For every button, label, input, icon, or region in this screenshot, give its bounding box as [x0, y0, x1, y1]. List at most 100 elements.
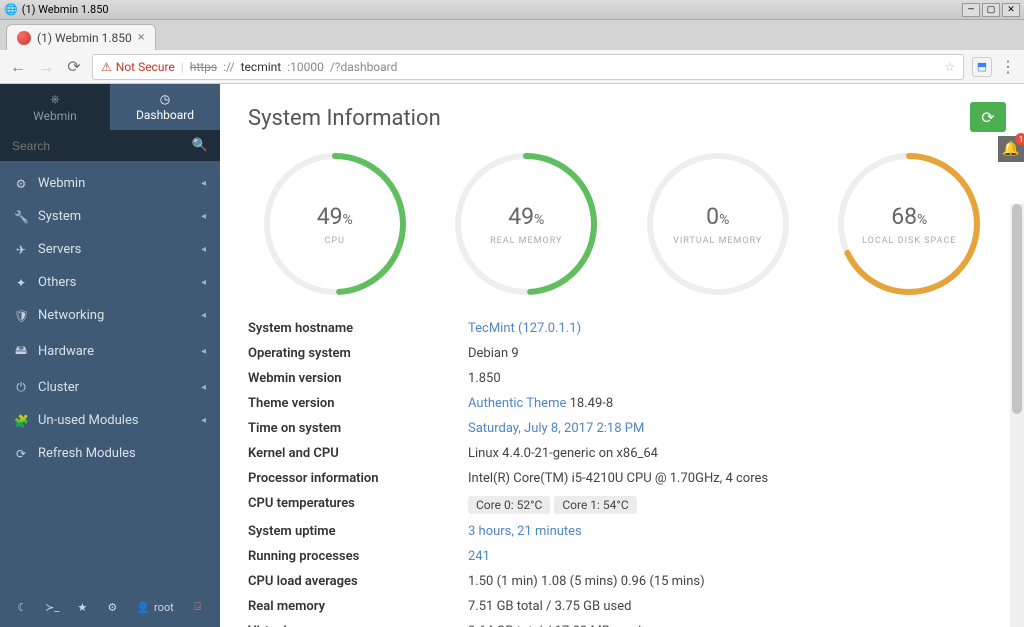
sidebar-item-icon: 🖴 — [14, 341, 28, 362]
gauge-value: 49% — [317, 203, 353, 230]
info-key: CPU load averages — [248, 574, 468, 589]
info-value[interactable]: TecMint (127.0.1.1) — [468, 321, 996, 336]
sidebar-top-tabs: ⎈ Webmin ◷ Dashboard — [0, 84, 220, 130]
notification-count: 1 — [1015, 133, 1024, 145]
sidebar-tab-dashboard[interactable]: ◷ Dashboard — [110, 84, 220, 130]
gauge-label: CPU — [325, 236, 345, 246]
url-protocol: https — [190, 60, 217, 74]
browser-tab-active[interactable]: (1) Webmin 1.850 × — [6, 24, 156, 50]
nav-forward-button[interactable]: → — [36, 57, 56, 77]
info-value[interactable]: 3 hours, 21 minutes — [468, 524, 996, 539]
gauge-value: 68% — [891, 203, 927, 230]
sidebar-nav-list: ⚙Webmin◂🔧System◂✈Servers◂✦Others◂🛡Networ… — [0, 161, 220, 470]
logout-button[interactable]: ⍈ — [186, 597, 210, 617]
settings-button[interactable]: ⚙ — [100, 597, 124, 617]
favicon-icon — [17, 31, 31, 45]
sidebar-item-label: Hardware — [38, 344, 94, 359]
refresh-button[interactable]: ⟳ — [970, 102, 1006, 132]
user-button[interactable]: 👤 root — [130, 597, 179, 617]
sidebar-item-icon: ✈ — [14, 243, 28, 257]
sidebar-item-label: Others — [38, 275, 76, 290]
info-value[interactable]: 241 — [468, 549, 996, 564]
chevron-left-icon: ◂ — [201, 178, 206, 189]
sidebar-item-icon: 🧩 — [14, 414, 28, 428]
info-key: Theme version — [248, 396, 468, 411]
sidebar-item-system[interactable]: 🔧System◂ — [0, 200, 220, 233]
sidebar-tab-webmin[interactable]: ⎈ Webmin — [0, 84, 110, 130]
page-title: System Information — [248, 106, 996, 131]
url-host: tecmint — [241, 60, 282, 74]
info-key: Time on system — [248, 421, 468, 436]
sidebar-item-icon: ⚙ — [14, 177, 28, 191]
gauge-label: LOCAL DISK SPACE — [862, 236, 956, 246]
os-window-title: (1) Webmin 1.850 — [22, 3, 109, 16]
info-value: Linux 4.4.0-21-generic on x86_64 — [468, 446, 996, 461]
scrollbar-thumb[interactable] — [1012, 204, 1022, 414]
sidebar-item-webmin[interactable]: ⚙ Webmin ◂ — [0, 167, 220, 200]
notifications-button[interactable]: 🔔 1 — [998, 136, 1024, 162]
sidebar-item-label: System — [38, 209, 81, 224]
nav-back-button[interactable]: ← — [8, 57, 28, 77]
info-key: Webmin version — [248, 371, 468, 386]
sidebar-item-label: Servers — [38, 242, 81, 257]
browser-extension-button[interactable]: ⬒ — [972, 57, 992, 77]
os-maximize-button[interactable]: ▢ — [982, 3, 1000, 17]
sidebar-item-label: Webmin — [38, 176, 85, 191]
search-input[interactable] — [12, 139, 192, 153]
info-key: Processor information — [248, 471, 468, 486]
terminal-button[interactable]: ≻_ — [40, 597, 64, 617]
security-warning: ⚠ Not Secure — [101, 60, 175, 74]
gauge-cpu: 49% CPU — [248, 149, 422, 299]
info-value[interactable]: Saturday, July 8, 2017 2:18 PM — [468, 421, 996, 436]
sidebar-item-networking[interactable]: 🛡Networking◂ — [0, 299, 220, 332]
sidebar-item-icon: ✦ — [14, 276, 28, 290]
sidebar-item-label: Cluster — [38, 380, 79, 395]
search-icon[interactable]: 🔍 — [192, 138, 208, 153]
sidebar-item-label: Refresh Modules — [38, 446, 136, 461]
sidebar-item-label: Un-used Modules — [38, 413, 139, 428]
os-minimize-button[interactable]: — — [962, 3, 980, 17]
chevron-left-icon: ◂ — [201, 310, 206, 321]
chevron-left-icon: ◂ — [201, 346, 206, 357]
os-titlebar: 🌐 (1) Webmin 1.850 — ▢ ✕ — [0, 0, 1024, 20]
info-key: CPU temperatures — [248, 496, 468, 514]
info-value: Core 0: 52°CCore 1: 54°C — [468, 496, 996, 514]
url-path: /?dashboard — [330, 60, 398, 74]
info-key: System uptime — [248, 524, 468, 539]
app-root: ⎈ Webmin ◷ Dashboard 🔍 ⚙ Webmin ◂ 🔧System◂ ✈… — [0, 84, 1024, 627]
browser-menu-button[interactable]: ⋮ — [1000, 57, 1016, 76]
sidebar-item-refresh-modules[interactable]: ⟳Refresh Modules — [0, 437, 220, 470]
info-value: 1.50 (1 min) 1.08 (5 mins) 0.96 (15 mins… — [468, 574, 996, 589]
sidebar-bottom-tools: ☾ ≻_ ★ ⚙ 👤 root ⍈ — [0, 587, 220, 627]
tab-close-icon[interactable]: × — [138, 30, 145, 45]
star-icon[interactable]: ☆ — [944, 60, 955, 74]
gauge-label: VIRTUAL MEMORY — [673, 236, 762, 246]
info-key: System hostname — [248, 321, 468, 336]
info-key: Running processes — [248, 549, 468, 564]
nav-reload-button[interactable]: ⟳ — [64, 57, 84, 76]
sidebar-tab-dashboard-label: Dashboard — [136, 108, 194, 122]
info-value[interactable]: Authentic Theme 18.49-8 — [468, 396, 996, 411]
chevron-left-icon: ◂ — [201, 277, 206, 288]
address-bar[interactable]: ⚠ Not Secure | https :// tecmint :10000 … — [92, 54, 964, 80]
os-app-icon: 🌐 — [4, 3, 18, 16]
user-icon: 👤 — [136, 601, 150, 614]
info-value: 1.850 — [468, 371, 996, 386]
gauge-value: 0% — [706, 203, 729, 230]
info-key: Operating system — [248, 346, 468, 361]
sidebar-search[interactable]: 🔍 — [0, 130, 220, 161]
sidebar-item-un-used-modules[interactable]: 🧩Un-used Modules◂ — [0, 404, 220, 437]
sidebar-item-others[interactable]: ✦ Others ◂ — [0, 266, 220, 299]
gauge-label: REAL MEMORY — [490, 236, 562, 246]
system-info-table: System hostnameTecMint (127.0.1.1)Operat… — [248, 321, 996, 627]
favorites-button[interactable]: ★ — [70, 597, 94, 617]
sidebar-item-cluster[interactable]: ⏻Cluster◂ — [0, 371, 220, 404]
os-close-button[interactable]: ✕ — [1002, 3, 1020, 17]
sidebar-item-servers[interactable]: ✈Servers◂ — [0, 233, 220, 266]
sidebar-item-hardware[interactable]: 🖴 Hardware ◂ — [0, 332, 220, 371]
scrollbar-vertical[interactable] — [1010, 204, 1024, 627]
night-mode-button[interactable]: ☾ — [10, 597, 34, 617]
info-value: Debian 9 — [468, 346, 996, 361]
refresh-icon: ⟳ — [981, 108, 994, 127]
not-secure-label: Not Secure — [116, 60, 175, 74]
